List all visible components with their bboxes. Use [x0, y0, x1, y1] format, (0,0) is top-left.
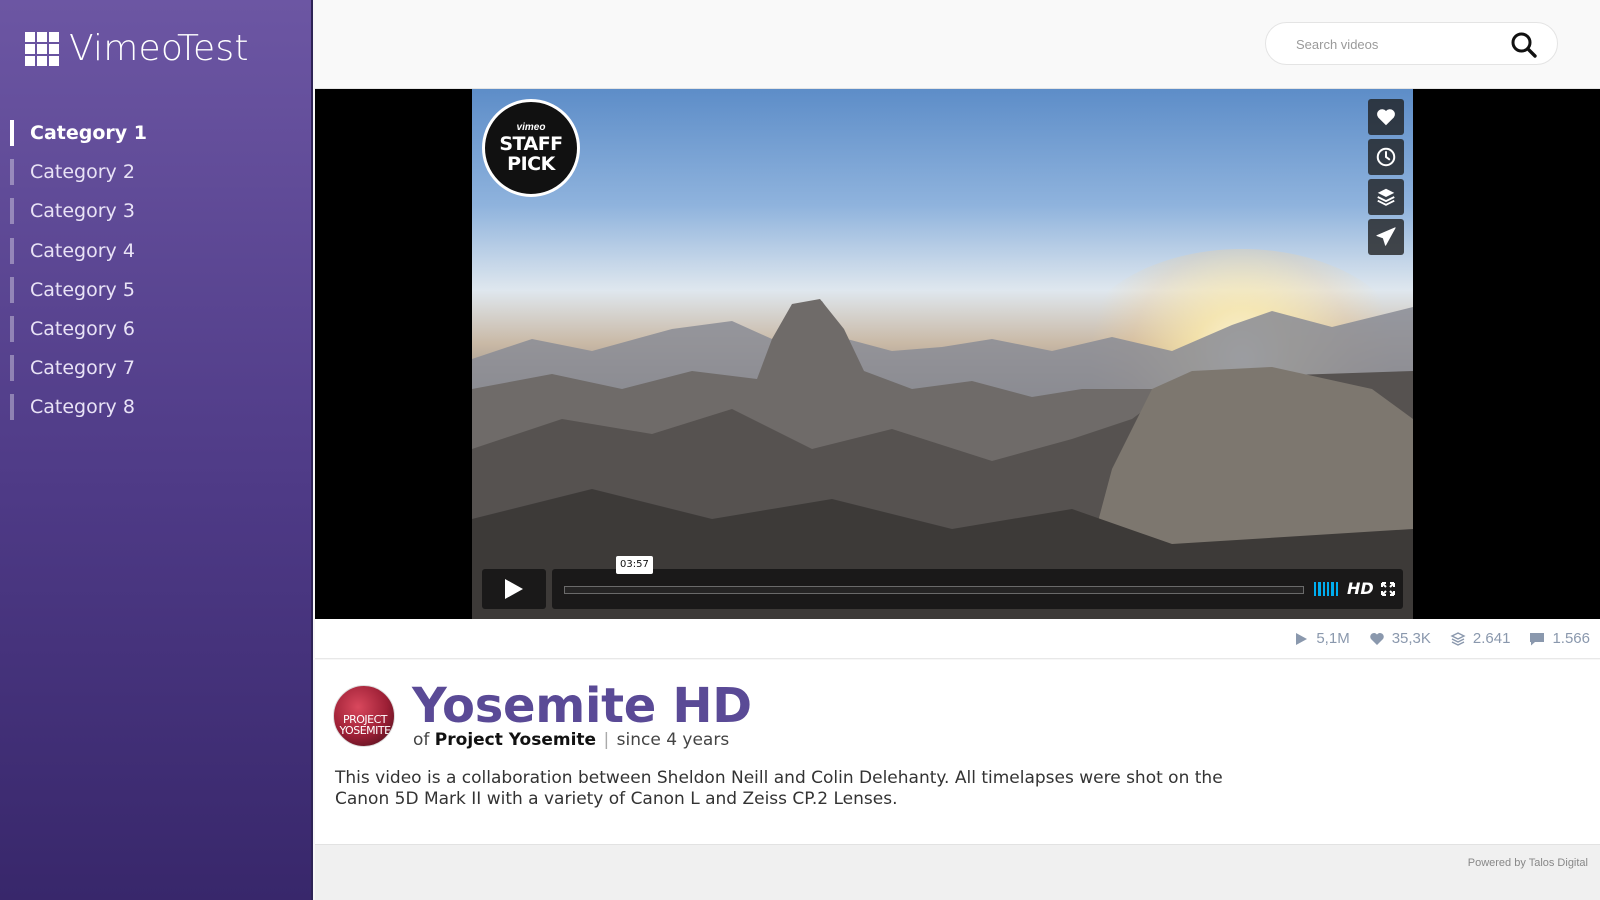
- footer: Powered by Talos Digital: [315, 844, 1600, 900]
- stack-icon: [1377, 188, 1395, 206]
- sidebar-item-category-5[interactable]: Category 5: [10, 276, 147, 303]
- share-button[interactable]: [1368, 219, 1404, 255]
- upload-age: since 4 years: [616, 730, 730, 750]
- play-button[interactable]: [482, 569, 546, 609]
- staff-pick-badge: vimeo STAFF PICK: [482, 99, 580, 197]
- sidebar-item-label: Category 3: [30, 200, 135, 223]
- sidebar-item-label: Category 7: [30, 357, 135, 380]
- watch-later-button[interactable]: [1368, 139, 1404, 175]
- video-stats: 5,1M 35,3K 2.641 1.566: [315, 619, 1600, 659]
- sidebar-item-category-4[interactable]: Category 4: [10, 237, 147, 264]
- sidebar-item-label: Category 2: [30, 161, 135, 184]
- comments-stat[interactable]: 1.566: [1529, 630, 1590, 647]
- video-title: Yosemite HD: [412, 678, 752, 734]
- search-box: [1265, 22, 1558, 65]
- comments-count: 1.566: [1552, 630, 1590, 647]
- comment-icon: [1530, 632, 1545, 645]
- progress-bar[interactable]: [564, 586, 1304, 594]
- brand-title: VimeoTest: [69, 28, 249, 69]
- volume-control[interactable]: [1314, 582, 1338, 596]
- heart-icon: [1369, 632, 1384, 645]
- like-button[interactable]: [1368, 99, 1404, 135]
- collections-button[interactable]: [1368, 179, 1404, 215]
- brand[interactable]: VimeoTest: [25, 28, 249, 69]
- player-side-actions: [1368, 99, 1404, 259]
- collections-stat[interactable]: 2.641: [1450, 630, 1511, 647]
- search-icon[interactable]: [1510, 31, 1538, 59]
- stack-icon: [1450, 631, 1466, 646]
- author-avatar[interactable]: PROJECT YOSEMITE: [333, 685, 395, 747]
- header: [315, 0, 1600, 89]
- badge-vimeo-text: vimeo: [516, 122, 546, 133]
- sidebar-item-category-2[interactable]: Category 2: [10, 159, 147, 186]
- sidebar: VimeoTest Category 1 Category 2 Category…: [0, 0, 313, 900]
- sidebar-item-category-7[interactable]: Category 7: [10, 355, 147, 382]
- byline-separator: |: [603, 730, 610, 750]
- hd-toggle[interactable]: HD: [1347, 579, 1374, 598]
- video-description: This video is a collaboration between Sh…: [335, 768, 1223, 809]
- author-link[interactable]: Project Yosemite: [435, 730, 596, 750]
- sidebar-item-label: Category 8: [30, 396, 135, 419]
- plays-count: 5,1M: [1316, 630, 1350, 647]
- play-icon: [1296, 632, 1308, 645]
- sidebar-item-category-8[interactable]: Category 8: [10, 394, 147, 421]
- sidebar-item-category-1[interactable]: Category 1: [10, 120, 147, 146]
- sidebar-item-label: Category 5: [30, 278, 135, 301]
- avatar-text-line-2: YOSEMITE: [339, 724, 391, 737]
- avatar-text: PROJECT YOSEMITE: [334, 714, 394, 737]
- collections-count: 2.641: [1472, 630, 1511, 647]
- video-info: PROJECT YOSEMITE Yosemite HD of Project …: [315, 660, 1600, 844]
- byline-prefix: of: [413, 730, 430, 750]
- player-controls: 03:57 HD: [482, 556, 1403, 609]
- duration-label: 03:57: [616, 556, 653, 574]
- category-list: Category 1 Category 2 Category 3 Categor…: [10, 120, 147, 434]
- sidebar-item-label: Category 4: [30, 239, 135, 262]
- search-input[interactable]: [1296, 34, 1496, 54]
- play-icon: [505, 579, 523, 599]
- fullscreen-icon[interactable]: [1381, 582, 1395, 596]
- plays-stat[interactable]: 5,1M: [1293, 630, 1350, 647]
- heart-icon: [1377, 109, 1395, 126]
- sidebar-item-label: Category 6: [30, 317, 135, 340]
- sidebar-item-category-3[interactable]: Category 3: [10, 198, 147, 225]
- clock-icon: [1376, 147, 1396, 167]
- video-frame[interactable]: vimeo STAFF PICK 03:57 HD: [472, 89, 1413, 619]
- powered-by[interactable]: Powered by Talos Digital: [1468, 857, 1588, 869]
- badge-line-2: PICK: [507, 153, 555, 175]
- badge-line-1: STAFF: [499, 133, 563, 155]
- likes-count: 35,3K: [1391, 630, 1431, 647]
- grid-icon: [25, 31, 59, 66]
- sidebar-item-category-6[interactable]: Category 6: [10, 315, 147, 342]
- sidebar-item-label: Category 1: [30, 122, 147, 144]
- progress-area: 03:57 HD: [552, 556, 1403, 609]
- likes-stat[interactable]: 35,3K: [1369, 630, 1431, 647]
- video-player: vimeo STAFF PICK 03:57 HD: [315, 89, 1600, 619]
- video-landscape: [472, 299, 1413, 619]
- byline: of Project Yosemite | since 4 years: [413, 730, 729, 750]
- send-icon: [1376, 227, 1396, 246]
